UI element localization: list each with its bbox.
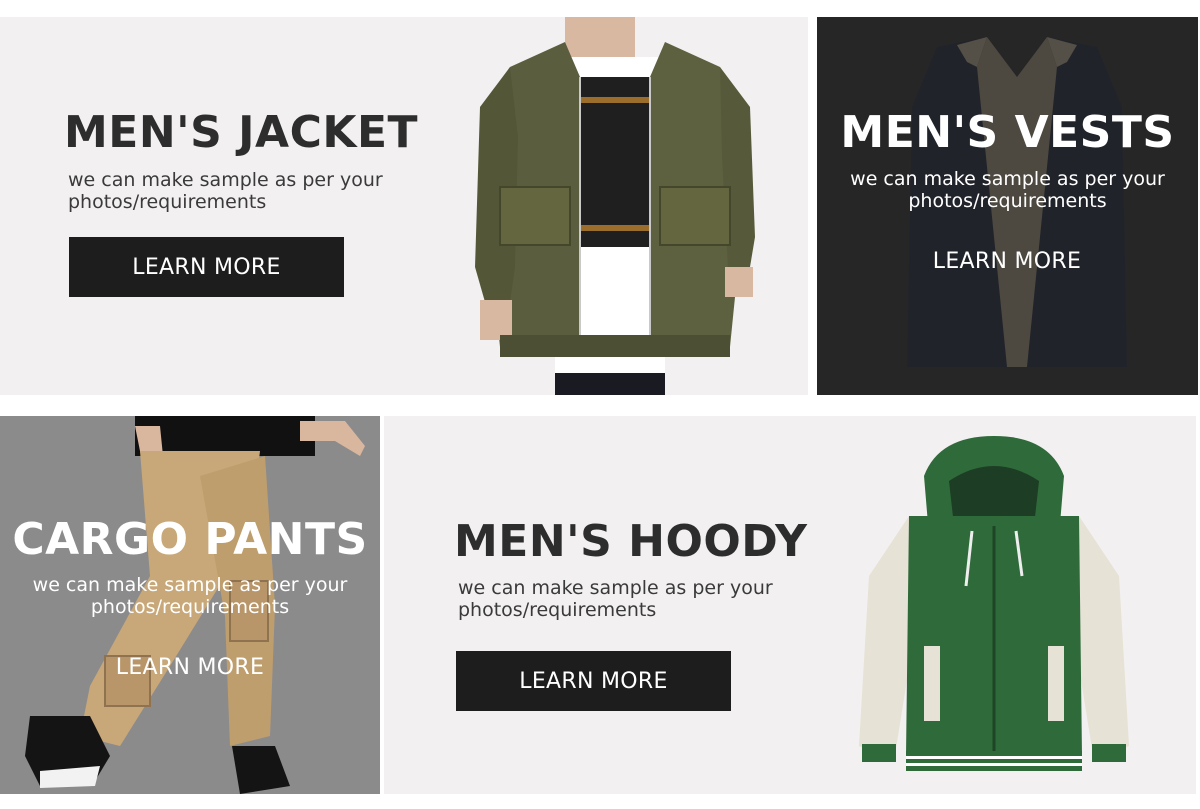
vests-learn-more-button[interactable]: LEARN MORE [917,243,1097,279]
hoody-description: we can make sample as per your photos/re… [458,577,773,621]
green-varsity-hoody-photo [859,436,1129,771]
hoody-promo-tile[interactable]: MEN'S HOODY we can make sample as per yo… [384,416,1196,794]
cargo-learn-more-button[interactable]: LEARN MORE [100,649,280,685]
vests-promo-tile[interactable]: MEN'S VESTS we can make sample as per yo… [817,17,1198,395]
cargo-description: we can make sample as per your photos/re… [32,574,348,618]
hoody-learn-more-button[interactable]: LEARN MORE [456,651,731,711]
vests-title: MEN'S VESTS [840,107,1175,158]
jacket-title: MEN'S JACKET [64,107,419,158]
jacket-promo-tile[interactable]: MEN'S JACKET we can make sample as per y… [0,17,808,395]
jacket-learn-more-button[interactable]: LEARN MORE [69,237,344,297]
hoody-title: MEN'S HOODY [454,516,808,567]
cargo-title: CARGO PANTS [12,514,368,565]
jacket-description: we can make sample as per your photos/re… [68,169,383,213]
vests-description: we can make sample as per your photos/re… [850,168,1165,212]
cargo-pants-promo-tile[interactable]: CARGO PANTS we can make sample as per yo… [0,416,380,794]
olive-bomber-jacket-photo [475,17,755,395]
